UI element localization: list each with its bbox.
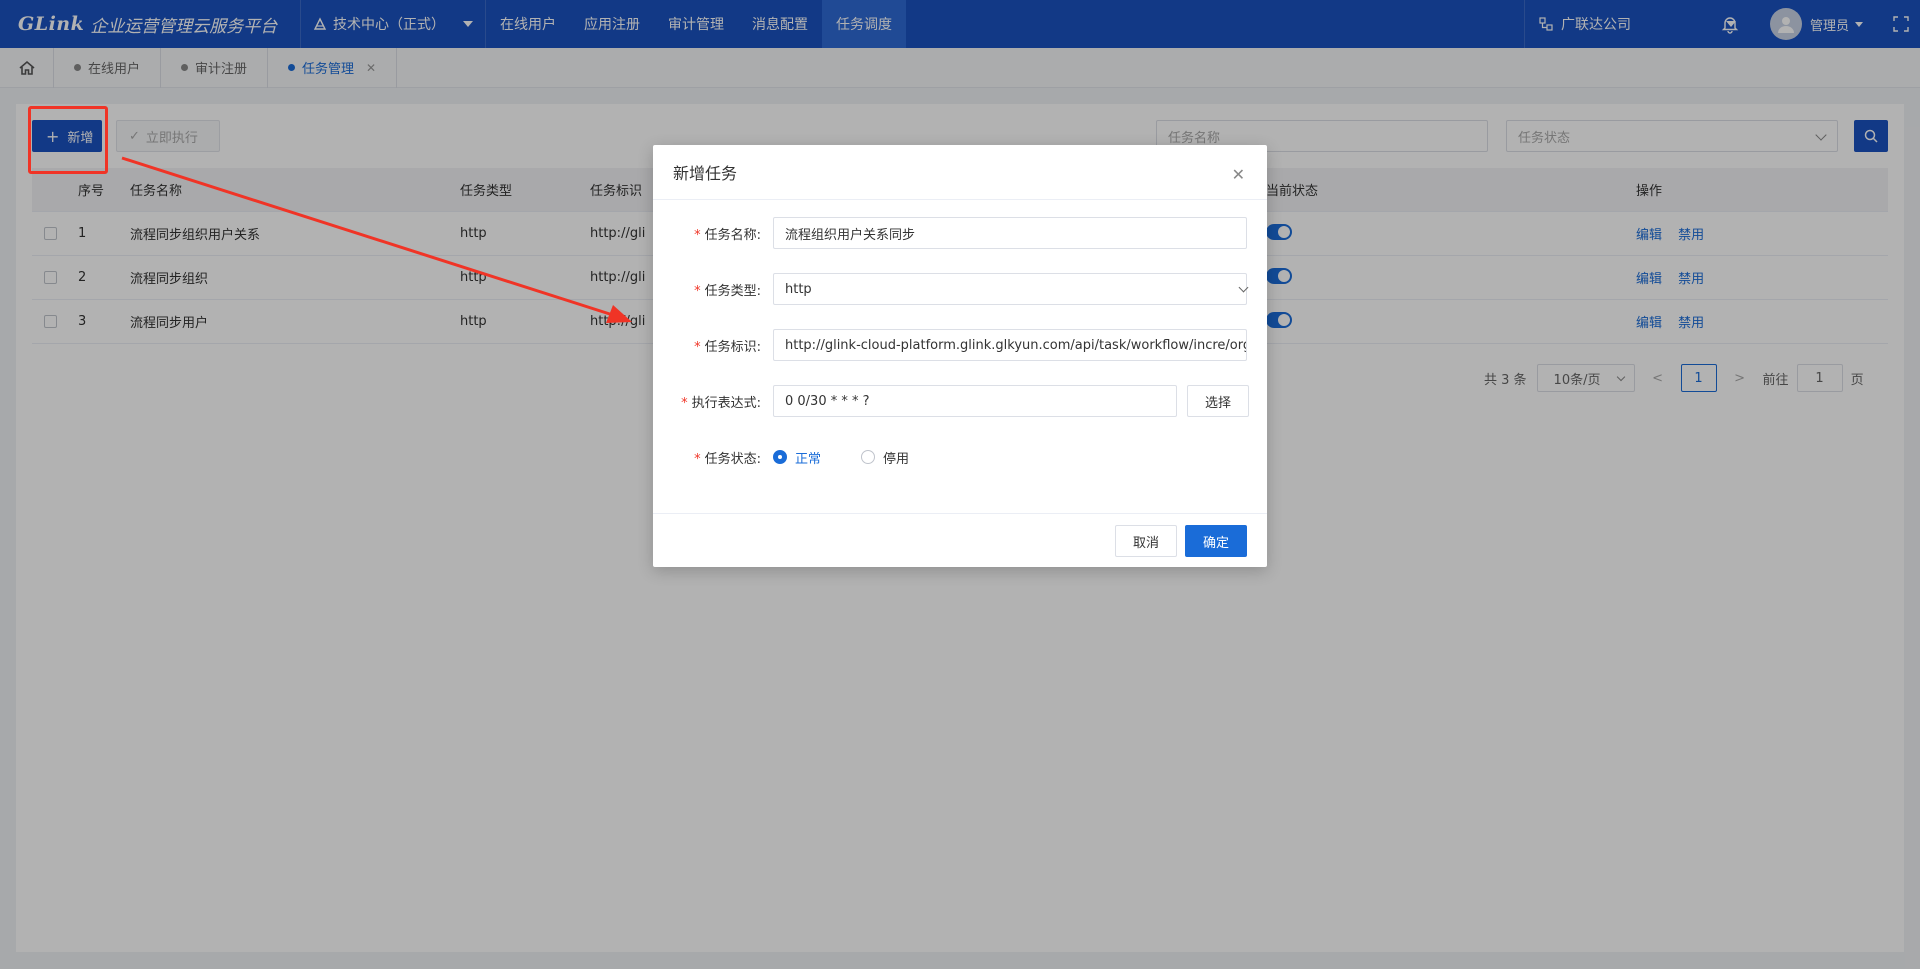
annotation-highlight-box: [28, 106, 108, 174]
task-id-label: * 任务标识:: [694, 339, 761, 355]
choose-cron-button[interactable]: 选择: [1187, 385, 1249, 417]
task-name-label: * 任务名称:: [694, 227, 761, 243]
task-type-select[interactable]: http: [773, 273, 1247, 305]
status-radio-normal[interactable]: 正常: [773, 448, 821, 467]
form-row-task-name: * 任务名称: 流程组织用户关系同步: [653, 217, 1267, 249]
confirm-button[interactable]: 确定: [1185, 525, 1247, 557]
form-row-status: * 任务状态: 正常 停用: [653, 441, 1267, 473]
form-row-task-type: * 任务类型: http: [653, 273, 1267, 305]
radio-checked-icon: [773, 450, 787, 464]
form-row-task-id: * 任务标识: http://glink-cloud-platform.glink…: [653, 329, 1267, 361]
cron-label: * 执行表达式:: [681, 395, 761, 411]
task-name-input[interactable]: 流程组织用户关系同步: [773, 217, 1247, 249]
status-label: * 任务状态:: [694, 451, 761, 467]
dialog-header: 新增任务 ✕: [653, 145, 1267, 200]
task-type-label: * 任务类型:: [694, 283, 761, 299]
radio-unchecked-icon: [861, 450, 876, 464]
form-row-cron: * 执行表达式: 0 0/30 * * * ? 选择: [653, 385, 1267, 417]
status-radio-disabled[interactable]: 停用: [861, 448, 909, 467]
cron-expression-input[interactable]: 0 0/30 * * * ?: [773, 385, 1177, 417]
radio-label: 正常: [795, 451, 822, 467]
radio-label: 停用: [883, 451, 910, 467]
task-id-input[interactable]: http://glink-cloud-platform.glink.glkyun…: [773, 329, 1247, 361]
close-icon[interactable]: ✕: [1232, 165, 1245, 184]
cancel-button[interactable]: 取消: [1115, 525, 1177, 557]
task-type-value: http: [785, 281, 812, 297]
dialog-footer: 取消 确定: [653, 513, 1267, 567]
dialog-title: 新增任务: [673, 164, 738, 183]
add-task-dialog: 新增任务 ✕ * 任务名称: 流程组织用户关系同步 * 任务类型: http * 任务…: [653, 145, 1267, 567]
